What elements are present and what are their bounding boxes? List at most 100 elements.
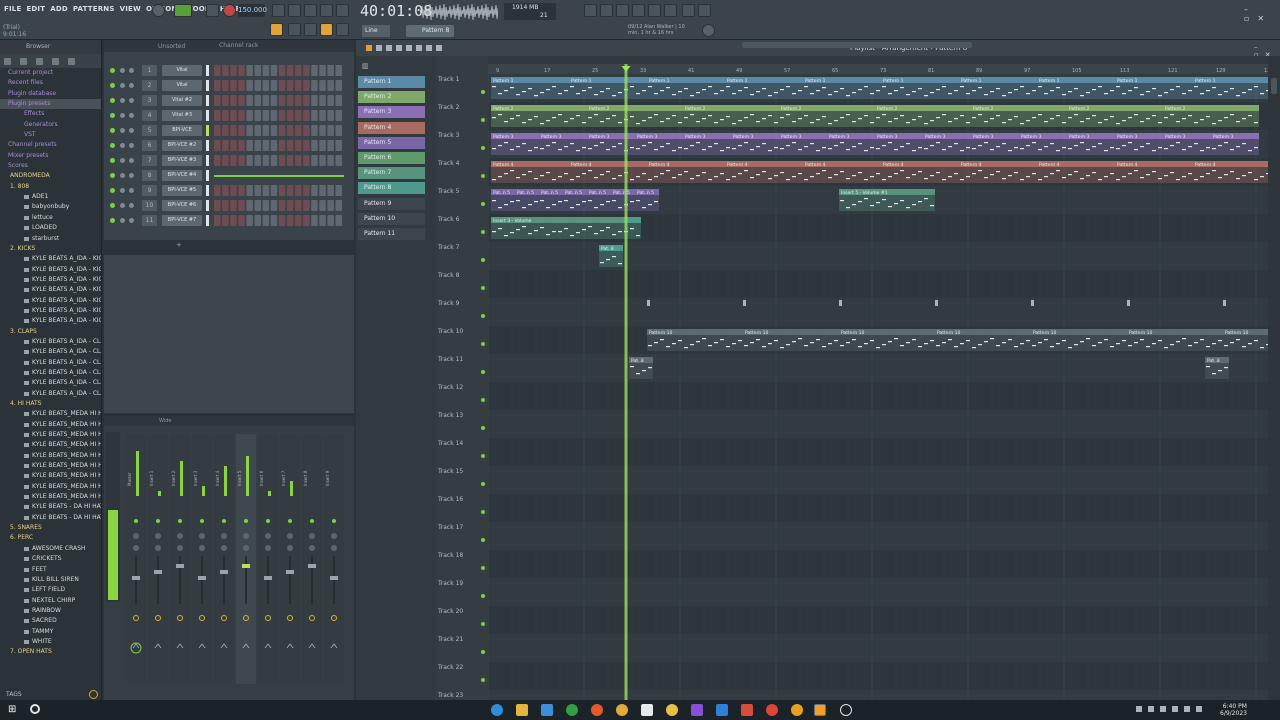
- stereo-knob[interactable]: [155, 545, 161, 551]
- channel-number[interactable]: 6: [142, 140, 157, 151]
- step-button[interactable]: [246, 95, 253, 106]
- pan-knob[interactable]: [155, 533, 161, 539]
- browser-item[interactable]: Plugin presets: [0, 99, 101, 110]
- track-lane[interactable]: [488, 298, 1268, 326]
- step-button[interactable]: [214, 155, 221, 166]
- browser-folder[interactable]: 7. OPEN HATS: [0, 647, 101, 657]
- step-button[interactable]: [295, 65, 302, 76]
- menu-patterns[interactable]: PATTERNS: [73, 5, 115, 13]
- snap-icon[interactable]: [270, 23, 283, 36]
- channel-select[interactable]: [206, 200, 209, 211]
- pan-knob[interactable]: [129, 128, 134, 133]
- track-mute-led[interactable]: [481, 286, 485, 290]
- step-button[interactable]: [262, 185, 270, 196]
- pan-knob[interactable]: [129, 188, 134, 193]
- step-button[interactable]: [278, 140, 286, 151]
- step-button[interactable]: [238, 185, 245, 196]
- browser-item[interactable]: KYLE BEATS_MEDA HI HAT 1: [0, 409, 101, 419]
- step-button[interactable]: [303, 140, 310, 151]
- tempo-display[interactable]: 150.000: [238, 4, 267, 17]
- insert-enable[interactable]: [288, 519, 292, 523]
- track-label[interactable]: Track 18: [438, 552, 463, 559]
- clip-header[interactable]: [557, 217, 623, 223]
- step-button[interactable]: [303, 155, 310, 166]
- step-button[interactable]: [295, 185, 302, 196]
- step-button[interactable]: [278, 215, 286, 226]
- step-button[interactable]: [262, 140, 270, 151]
- tray-icon[interactable]: [1148, 706, 1154, 712]
- step-button[interactable]: [286, 125, 294, 136]
- mute-icon[interactable]: [120, 203, 125, 208]
- track-label[interactable]: Track 21: [438, 636, 463, 643]
- step-button[interactable]: [278, 65, 286, 76]
- mute-icon[interactable]: [120, 83, 125, 88]
- step-button[interactable]: [214, 125, 221, 136]
- collapse-icon[interactable]: [20, 57, 27, 65]
- app-icon[interactable]: [766, 704, 778, 716]
- step-button[interactable]: [327, 155, 334, 166]
- step-sequencer[interactable]: [214, 95, 344, 106]
- pattern-item[interactable]: Pattern 7: [358, 167, 425, 180]
- pan-knob[interactable]: [129, 83, 134, 88]
- step-button[interactable]: [286, 95, 294, 106]
- step-button[interactable]: [295, 110, 302, 121]
- step-button[interactable]: [230, 185, 237, 196]
- track-mute-led[interactable]: [481, 650, 485, 654]
- browser-item[interactable]: KYLE BEATS - DA HI HAT 10: [0, 502, 101, 512]
- browser-item[interactable]: KYLE BEATS A_IDA - KICK 3: [0, 275, 101, 285]
- insert-enable[interactable]: [156, 519, 160, 523]
- step-button[interactable]: [254, 140, 262, 151]
- step-button[interactable]: [214, 80, 221, 91]
- step-button[interactable]: [246, 140, 253, 151]
- volume-fader[interactable]: [154, 570, 162, 574]
- volume-fader[interactable]: [132, 576, 140, 580]
- track-mute-led[interactable]: [481, 174, 485, 178]
- step-button[interactable]: [303, 215, 310, 226]
- insert-enable[interactable]: [244, 519, 248, 523]
- stereo-knob[interactable]: [221, 545, 227, 551]
- track-label[interactable]: Track 11: [438, 356, 463, 363]
- browser-folder[interactable]: 2. KICKS: [0, 244, 101, 254]
- step-button[interactable]: [238, 140, 245, 151]
- step-button[interactable]: [319, 140, 326, 151]
- delete-icon[interactable]: [386, 45, 392, 51]
- browser-item[interactable]: ADE1: [0, 192, 101, 202]
- browser-folder[interactable]: 4. HI HATS: [0, 399, 101, 409]
- track-mute-led[interactable]: [481, 314, 485, 318]
- track-label[interactable]: Track 3: [438, 132, 459, 139]
- browser-item[interactable]: Recent files: [0, 78, 101, 88]
- volume-fader[interactable]: [176, 564, 184, 568]
- browser-item[interactable]: KYLE BEATS A_IDA - CLAP 5: [0, 378, 101, 388]
- step-button[interactable]: [319, 110, 326, 121]
- pan-knob[interactable]: [129, 173, 134, 178]
- track-mute-led[interactable]: [481, 230, 485, 234]
- step-button[interactable]: [270, 95, 278, 106]
- arrangement-grid[interactable]: 9172533414957657381899710511312112913714…: [488, 56, 1268, 700]
- insert-enable[interactable]: [266, 519, 270, 523]
- step-button[interactable]: [238, 65, 245, 76]
- step-button[interactable]: [270, 80, 278, 91]
- pan-knob[interactable]: [265, 533, 271, 539]
- step-sequencer[interactable]: [214, 140, 344, 151]
- step-button[interactable]: [311, 125, 318, 136]
- step-button[interactable]: [335, 80, 343, 91]
- search-icon[interactable]: [30, 704, 40, 714]
- pan-knob[interactable]: [331, 533, 337, 539]
- browser-item[interactable]: KYLE BEATS A_IDA - CLAP 3: [0, 358, 101, 368]
- browser-folder[interactable]: 5. SNARES: [0, 523, 101, 533]
- track-mute-led[interactable]: [481, 482, 485, 486]
- insert-enable[interactable]: [134, 519, 138, 523]
- track-mute-led[interactable]: [481, 510, 485, 514]
- pan-knob[interactable]: [287, 533, 293, 539]
- browser-item[interactable]: Mixer presets: [0, 151, 101, 161]
- volume-icon[interactable]: [1184, 706, 1190, 712]
- cart-icon[interactable]: [664, 4, 677, 17]
- channel-row[interactable]: 7 BPI-VCE #3: [110, 154, 346, 168]
- insert-enable[interactable]: [332, 519, 336, 523]
- channel-row[interactable]: 8 BPI-VCE #4: [110, 169, 346, 183]
- channel-led[interactable]: [110, 203, 115, 208]
- channel-name-button[interactable]: Vital #3: [162, 110, 202, 121]
- track-label[interactable]: Track 15: [438, 468, 463, 475]
- system-tray[interactable]: [1136, 706, 1206, 714]
- tray-icon[interactable]: [1136, 706, 1142, 712]
